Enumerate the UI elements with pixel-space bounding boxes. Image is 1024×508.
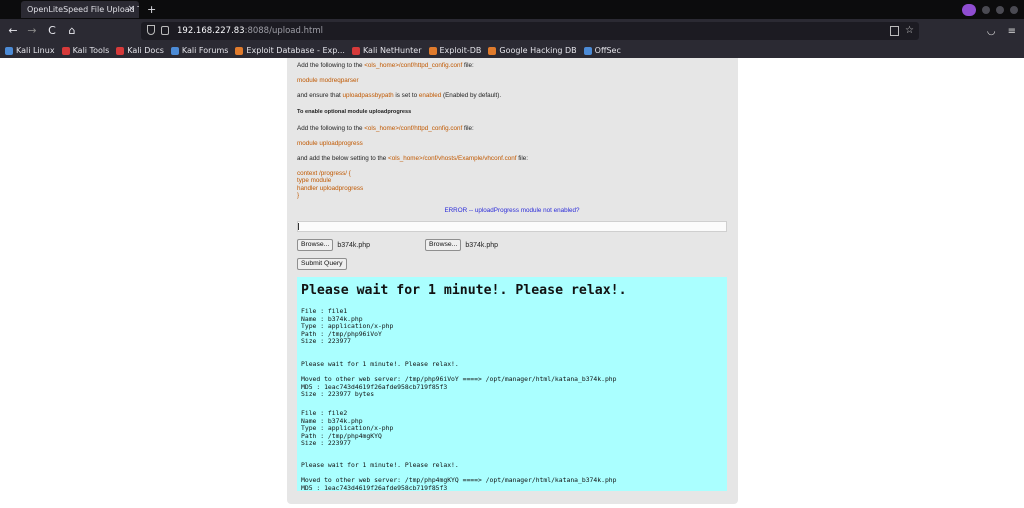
bookmark-label: Kali Tools [72,46,110,55]
minimize-button[interactable] [982,5,990,14]
vhconf-path: <ols_home>/conf/vhosts/Example/vhconf.co… [388,155,517,162]
instruction-line-1: Add the following to the <ols_home>/conf… [297,62,474,69]
submit-button[interactable]: Submit Query [297,258,347,270]
bookmark-favicon-icon [61,46,70,55]
wait-message-2: Please wait for 1 minute!. Please relax!… [301,461,459,469]
module-modreqparser: module modreqparser [297,77,359,84]
config-path: <ols_home>/conf/httpd_config.conf [364,125,463,132]
url-path: :8088/upload.html [244,26,323,36]
forward-icon[interactable]: → [24,19,40,43]
result-title: Please wait for 1 minute!. Please relax!… [301,283,627,298]
progress-field[interactable] [297,221,727,232]
file-input-1[interactable]: Browse... b374k.php [297,239,370,251]
tab-title: OpenLiteSpeed File Upload T [27,5,139,14]
bookmark-item[interactable]: Google Hacking DB [488,46,577,55]
bookmark-item[interactable]: Kali Docs [116,46,164,55]
upload-panel: Add the following to the <ols_home>/conf… [287,58,738,504]
context-line-3: handler uploadprogress [297,185,364,192]
bookmark-favicon-icon [351,46,360,55]
pocket-icon[interactable]: ◡ [987,26,996,37]
maximize-button[interactable] [996,5,1004,14]
context-line-2: type module [297,177,332,184]
nav-bar: ← → C ⌂ 192.168.227.83:8088/upload.html … [0,19,1024,43]
url-bar[interactable]: 192.168.227.83:8088/upload.html ☆ [141,22,919,40]
move-result-2: Moved to other web server: /tmp/php4mgKY… [301,476,617,491]
bookmark-label: Kali Linux [16,46,55,55]
bookmark-label: Kali NetHunter [362,46,422,55]
section-heading: To enable optional module uploadprogress [297,109,412,115]
instruction-line-6: and add the below setting to the <ols_ho… [297,155,528,162]
file2-details: File : file2 Name : b374k.php Type : app… [301,409,394,448]
tab-upload[interactable]: OpenLiteSpeed File Upload T × [21,1,139,18]
bookmark-item[interactable]: Kali Linux [5,46,55,55]
setting-name: uploadpassbypath [342,92,394,99]
bookmark-item[interactable]: Kali Forums [170,46,229,55]
text: Add the following to the [297,125,365,132]
file1-details: File : file1 Name : b374k.php Type : app… [301,307,394,346]
bookmark-favicon-icon [235,46,244,55]
menu-icon[interactable]: ≡ [1008,26,1016,37]
tab-bar: OpenLiteSpeed File Upload T × + [0,0,1024,19]
upload-result: Please wait for 1 minute!. Please relax!… [297,277,727,491]
private-browsing-icon [962,3,976,16]
bookmark-favicon-icon [116,46,125,55]
page-info-icon[interactable] [161,26,169,35]
context-line-4: } [297,192,300,199]
move-result-1: Moved to other web server: /tmp/php96iVo… [301,375,617,399]
text: and ensure that [297,92,343,99]
bookmarks-toolbar: Kali Linux Kali Tools Kali Docs Kali Forums… [0,43,1024,58]
text: file: [462,62,474,69]
bookmark-item[interactable]: Exploit Database - Exp... [235,46,345,55]
bookmark-favicon-icon [488,46,497,55]
shield-icon[interactable] [147,25,155,35]
bookmark-label: Kali Forums [181,46,229,55]
browse-button-1[interactable]: Browse... [297,239,334,251]
url-host: 192.168.227.83 [177,26,245,36]
instruction-line-3: and ensure that uploadpassbypath is set … [297,92,501,99]
text: Add the following to the [297,62,365,69]
bookmark-label: Google Hacking DB [499,46,577,55]
wait-message-1: Please wait for 1 minute!. Please relax!… [301,360,459,368]
page: Add the following to the <ols_home>/conf… [0,58,1024,508]
bookmark-favicon-icon [170,46,179,55]
text: file: [516,155,529,162]
bookmark-item[interactable]: OffSec [583,46,621,55]
bookmark-item[interactable]: Exploit-DB [428,46,482,55]
context-line-1: context /progress/ { [297,170,351,177]
setting-value: enabled [418,92,442,99]
text: file: [462,125,474,132]
text: is set to [393,92,419,99]
new-tab-icon[interactable]: + [147,1,156,18]
bookmark-item[interactable]: Kali NetHunter [351,46,422,55]
file-name-1: b374k.php [337,241,371,249]
module-uploadprogress: module uploadprogress [297,140,363,147]
bookmark-item[interactable]: Kali Tools [61,46,110,55]
close-tab-icon[interactable]: × [127,1,135,18]
instruction-line-4: Add the following to the <ols_home>/conf… [297,125,474,132]
config-path: <ols_home>/conf/httpd_config.conf [364,62,463,69]
bookmark-favicon-icon [5,46,13,55]
bookmark-label: Exploit-DB [439,46,482,55]
close-window-button[interactable] [1010,5,1018,14]
browse-button-2[interactable]: Browse... [425,239,462,251]
text: (Enabled by default). [441,92,502,99]
bookmark-favicon-icon [583,46,592,55]
reload-icon[interactable]: C [44,19,60,43]
bookmark-star-icon[interactable]: ☆ [905,23,914,39]
bookmark-label: Kali Docs [127,46,164,55]
home-icon[interactable]: ⌂ [64,19,80,43]
file-name-2: b374k.php [465,241,499,249]
bookmark-label: Exploit Database - Exp... [246,46,345,55]
error-message: ERROR -- uploadProgress module not enabl… [444,207,580,214]
reader-view-icon[interactable] [890,26,899,36]
file-input-2[interactable]: Browse... b374k.php [425,239,498,251]
bookmark-label: OffSec [594,46,621,55]
back-icon[interactable]: ← [5,19,21,43]
text: and add the below setting to the [297,155,389,162]
url-text[interactable]: 192.168.227.83:8088/upload.html [177,22,323,40]
bookmark-favicon-icon [428,46,437,55]
